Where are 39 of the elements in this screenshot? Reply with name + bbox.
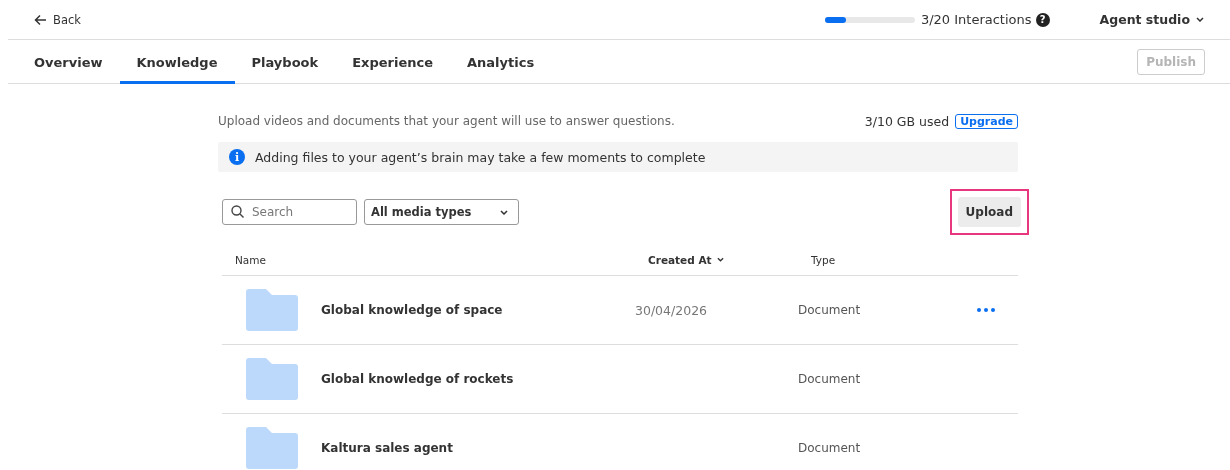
info-text: Adding files to your agent’s brain may take a few moments to complete <box>255 149 706 165</box>
chevron-down-icon <box>716 257 724 262</box>
nav-tab[interactable]: Experience <box>335 40 450 84</box>
back-button[interactable]: Back <box>34 12 81 27</box>
file-name[interactable]: Global knowledge of rockets <box>321 372 635 386</box>
file-type: Document <box>798 372 862 386</box>
chevron-down-icon <box>1196 17 1204 22</box>
column-header: Name <box>235 253 267 266</box>
search-icon <box>231 205 244 218</box>
folder-icon <box>246 289 298 331</box>
media-type-dropdown[interactable]: All media types <box>364 199 519 225</box>
upgrade-link[interactable]: Upgrade <box>955 113 1018 129</box>
agent-studio-menu[interactable]: Agent studio <box>1099 12 1204 27</box>
chevron-down-icon <box>500 209 508 215</box>
folder-icon <box>246 427 298 469</box>
table-row[interactable]: Kaltura sales agent Document <box>222 414 1018 470</box>
search-field[interactable]: Search <box>222 199 357 225</box>
nav-tab[interactable]: Knowledge <box>119 40 235 84</box>
info-icon: i <box>229 149 245 165</box>
nav-tab[interactable]: Analytics <box>450 40 552 84</box>
usage-label: 3/20 Interactions <box>920 12 1032 27</box>
column-header[interactable]: Created At <box>648 253 811 266</box>
arrow-left-icon <box>34 13 47 26</box>
file-name[interactable]: Global knowledge of space <box>321 303 635 317</box>
storage-used: 3/10 GB used <box>864 113 950 129</box>
description-text: Upload videos and documents that your agent will use to answer questions. <box>218 114 676 128</box>
file-type: Document <box>798 441 862 455</box>
nav-tab[interactable]: Overview <box>17 40 120 84</box>
nav-tab[interactable]: Playbook <box>234 40 336 84</box>
folder-icon <box>246 358 298 400</box>
file-name[interactable]: Kaltura sales agent <box>321 441 635 455</box>
created-date: 30/04/2026 <box>635 302 709 318</box>
help-icon[interactable]: ? <box>1035 12 1050 27</box>
file-type: Document <box>798 303 862 317</box>
table-row[interactable]: Global knowledge of space 30/04/2026 Document <box>222 276 1018 345</box>
table-row[interactable]: Global knowledge of rockets Document <box>222 345 1018 414</box>
more-icon <box>977 308 995 312</box>
column-header: Type <box>811 253 837 266</box>
upload-button[interactable]: Upload <box>957 197 1021 227</box>
